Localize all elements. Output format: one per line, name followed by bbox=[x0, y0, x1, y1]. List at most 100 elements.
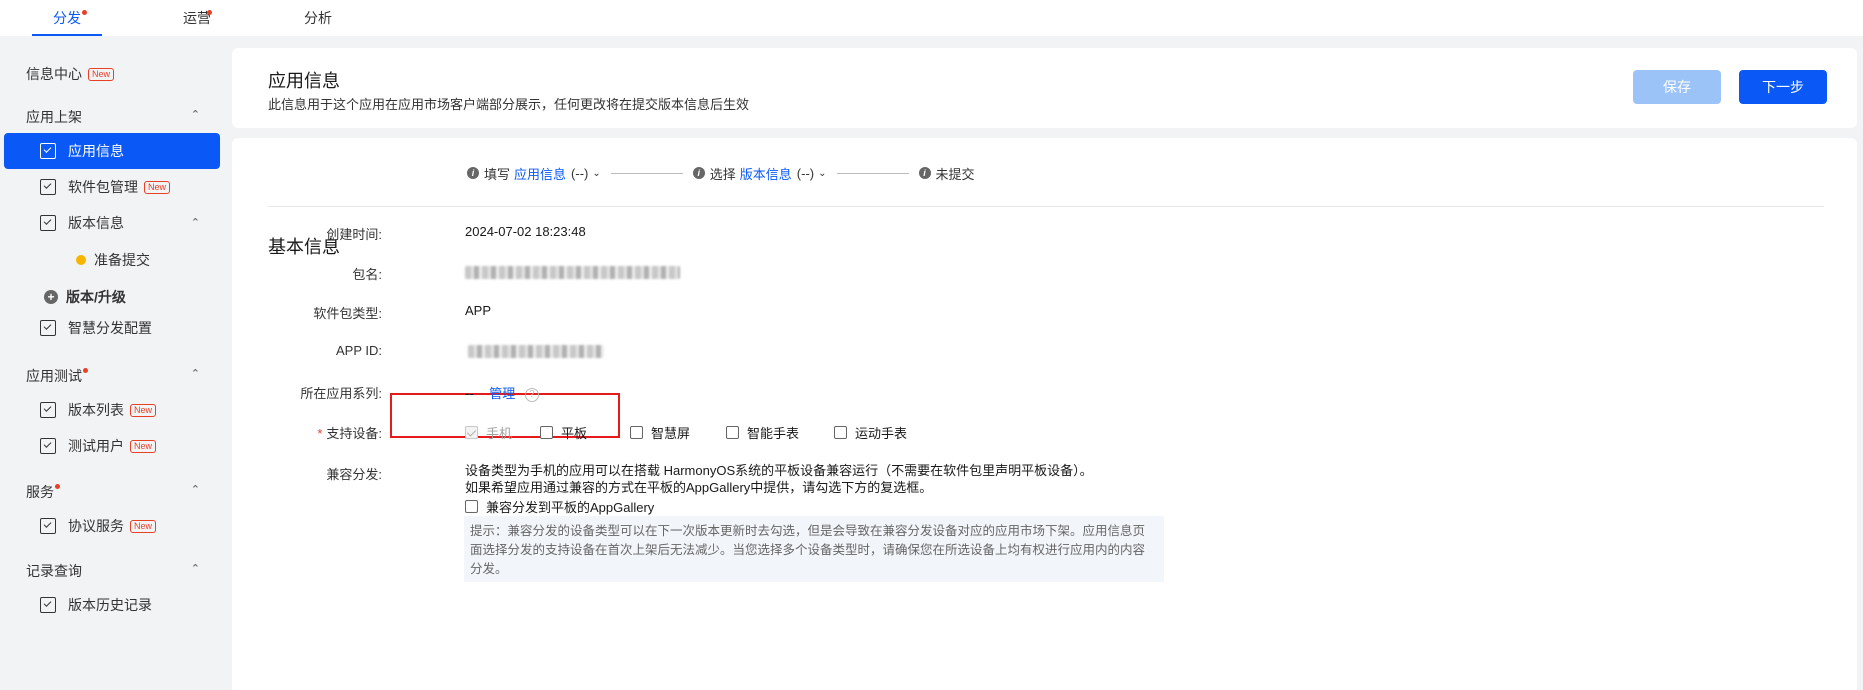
sidebar-item-version-info[interactable]: 版本信息 bbox=[4, 205, 220, 241]
main-content: i 填写 应用信息 (--) ⌄ i 选择 版本信息 (--) ⌄ i 未提交 … bbox=[232, 138, 1857, 690]
step-app-info-link[interactable]: 应用信息 bbox=[514, 164, 566, 183]
step-version-info-link[interactable]: 版本信息 bbox=[740, 164, 792, 183]
step-connector bbox=[836, 172, 909, 174]
page-subtitle: 此信息用于这个应用在应用市场客户端部分展示，任何更改将在提交版本信息后生效 bbox=[268, 97, 750, 112]
history-doc-icon bbox=[40, 597, 56, 613]
supported-devices-text: 支持设备: bbox=[326, 426, 382, 441]
sidebar-group-label: 应用上架 bbox=[26, 109, 82, 125]
checkbox[interactable] bbox=[540, 426, 553, 439]
compat-checkbox-label: 兼容分发到平板的AppGallery bbox=[486, 500, 655, 515]
save-button[interactable]: 保存 bbox=[1633, 70, 1721, 104]
sidebar-item-app-info[interactable]: 应用信息 bbox=[4, 133, 220, 169]
sidebar-item-version-list[interactable]: 版本列表 New bbox=[4, 392, 220, 428]
step-status: (--) bbox=[571, 165, 589, 181]
compat-tip-box: 提示：兼容分发的设备类型可以在下一次版本更新时去勾选，但是会导致在兼容分发设备对… bbox=[464, 516, 1164, 582]
compat-distribution-label: 兼容分发: bbox=[326, 467, 382, 482]
app-series-value: -- 管理 ? bbox=[465, 383, 539, 402]
tab-operations[interactable]: 运营 bbox=[172, 0, 222, 36]
sidebar-group-records[interactable]: 记录查询 bbox=[26, 561, 82, 581]
step-prefix: 填写 bbox=[484, 166, 511, 182]
device-checkbox-sport-watch[interactable]: 运动手表 bbox=[834, 423, 907, 442]
sidebar-item-prepare-submit[interactable]: 准备提交 bbox=[76, 250, 150, 270]
tab-label: 分析 bbox=[304, 10, 332, 26]
redacted-app-id bbox=[468, 345, 604, 359]
sidebar-item-agreement-service[interactable]: 协议服务 New bbox=[4, 508, 220, 544]
next-step-button[interactable]: 下一步 bbox=[1739, 70, 1827, 104]
step-submit-status: 未提交 bbox=[935, 166, 975, 182]
app-series-text: -- bbox=[465, 386, 474, 401]
step-status: (--) bbox=[796, 165, 815, 181]
page-title: 应用信息 bbox=[268, 71, 340, 91]
sidebar-item-version-upgrade[interactable]: + 版本/升级 bbox=[44, 287, 126, 307]
sidebar-item-label: 软件包管理 bbox=[68, 179, 138, 195]
tab-label: 分发 bbox=[53, 10, 81, 26]
device-checkbox-smart-screen[interactable]: 智慧屏 bbox=[630, 423, 690, 442]
device-checkbox-smartwatch[interactable]: 智能手表 bbox=[726, 423, 799, 442]
sidebar-item-package-management[interactable]: 软件包管理 New bbox=[4, 169, 220, 205]
sidebar-item-label: 版本历史记录 bbox=[68, 597, 152, 613]
app-id-value bbox=[468, 343, 604, 359]
sidebar-group-label: 记录查询 bbox=[26, 563, 82, 579]
sidebar-item-label: 版本列表 bbox=[68, 402, 124, 418]
step-prefix: 选择 bbox=[709, 166, 736, 182]
created-time-label: 创建时间: bbox=[326, 227, 382, 242]
checkbox-checked[interactable] bbox=[465, 426, 478, 439]
list-icon bbox=[40, 402, 56, 418]
manage-series-link[interactable]: 管理 bbox=[489, 386, 515, 401]
device-label: 智慧屏 bbox=[651, 426, 691, 441]
device-checkbox-phone[interactable]: 手机 bbox=[465, 423, 512, 442]
sidebar-item-label: 准备提交 bbox=[94, 252, 150, 268]
new-badge: New bbox=[130, 519, 157, 533]
tab-distribute[interactable]: 分发 bbox=[32, 0, 102, 36]
device-checkbox-tablet[interactable]: 平板 bbox=[540, 423, 587, 442]
chevron-down-icon[interactable]: ⌄ bbox=[592, 168, 600, 179]
compat-description-line2: 如果希望应用通过兼容的方式在平板的AppGallery中提供，请勾选下方的复选框… bbox=[465, 480, 933, 495]
app-id-label: APP ID: bbox=[335, 343, 382, 358]
checkbox[interactable] bbox=[834, 426, 847, 439]
sidebar-item-version-history[interactable]: 版本历史记录 bbox=[4, 587, 220, 623]
sidebar-item-label: 版本信息 bbox=[68, 215, 124, 231]
chevron-down-icon[interactable]: ⌄ bbox=[818, 168, 826, 179]
document-check-icon bbox=[40, 143, 56, 159]
tab-analysis[interactable]: 分析 bbox=[298, 0, 338, 36]
app-series-label: 所在应用系列: bbox=[300, 386, 382, 401]
agreement-icon bbox=[40, 518, 56, 534]
notification-dot bbox=[207, 10, 212, 15]
sidebar-group-testing[interactable]: 应用测试 bbox=[26, 366, 88, 386]
page-header: 应用信息 此信息用于这个应用在应用市场客户端部分展示，任何更改将在提交版本信息后… bbox=[232, 48, 1857, 128]
chevron-up-icon[interactable]: ⌃ bbox=[191, 483, 200, 496]
redacted-package-name bbox=[465, 266, 680, 280]
sidebar-group-label: 应用测试 bbox=[26, 368, 82, 384]
sidebar-group-service[interactable]: 服务 bbox=[26, 482, 60, 502]
compat-tablet-checkbox[interactable]: 兼容分发到平板的AppGallery bbox=[465, 497, 654, 516]
chevron-up-icon[interactable]: ⌃ bbox=[191, 562, 200, 575]
chevron-up-icon[interactable]: ⌃ bbox=[191, 108, 200, 121]
tip-line: 面选择分发的支持设备在首次上架后无法减少。当您选择多个设备类型时，请确保您在所选… bbox=[470, 543, 1146, 557]
checkbox[interactable] bbox=[465, 500, 478, 513]
notification-dot bbox=[82, 10, 87, 15]
sidebar-group-listing[interactable]: 应用上架 bbox=[26, 107, 82, 127]
package-type-label: 软件包类型: bbox=[313, 306, 382, 321]
checkbox[interactable] bbox=[726, 426, 739, 439]
package-type-value: APP bbox=[465, 303, 492, 318]
pending-status-dot bbox=[76, 255, 86, 265]
help-icon[interactable]: ? bbox=[524, 387, 539, 402]
sidebar: 信息中心 New 应用上架 ⌃ 应用信息 软件包管理 New 版本信息 ⌃ 准备… bbox=[0, 48, 222, 690]
sidebar-item-smart-distribution[interactable]: 智慧分发配置 bbox=[4, 310, 220, 346]
required-mark: * bbox=[317, 426, 323, 441]
new-badge: New bbox=[130, 439, 157, 453]
sidebar-item-label: 协议服务 bbox=[68, 518, 124, 534]
created-time-value: 2024-07-02 18:23:48 bbox=[465, 224, 586, 239]
sidebar-item-test-users[interactable]: 测试用户 New bbox=[4, 428, 220, 464]
device-label: 手机 bbox=[486, 426, 513, 441]
sidebar-item-info-center[interactable]: 信息中心 New bbox=[26, 64, 115, 84]
package-box-icon bbox=[40, 179, 56, 195]
chevron-up-icon[interactable]: ⌃ bbox=[191, 216, 200, 229]
device-label: 平板 bbox=[561, 426, 588, 441]
divider bbox=[268, 206, 1824, 207]
active-tab-underline bbox=[32, 34, 102, 36]
device-label: 智能手表 bbox=[747, 426, 800, 441]
sidebar-item-label: 智慧分发配置 bbox=[68, 320, 152, 336]
chevron-up-icon[interactable]: ⌃ bbox=[191, 367, 200, 380]
checkbox[interactable] bbox=[630, 426, 643, 439]
